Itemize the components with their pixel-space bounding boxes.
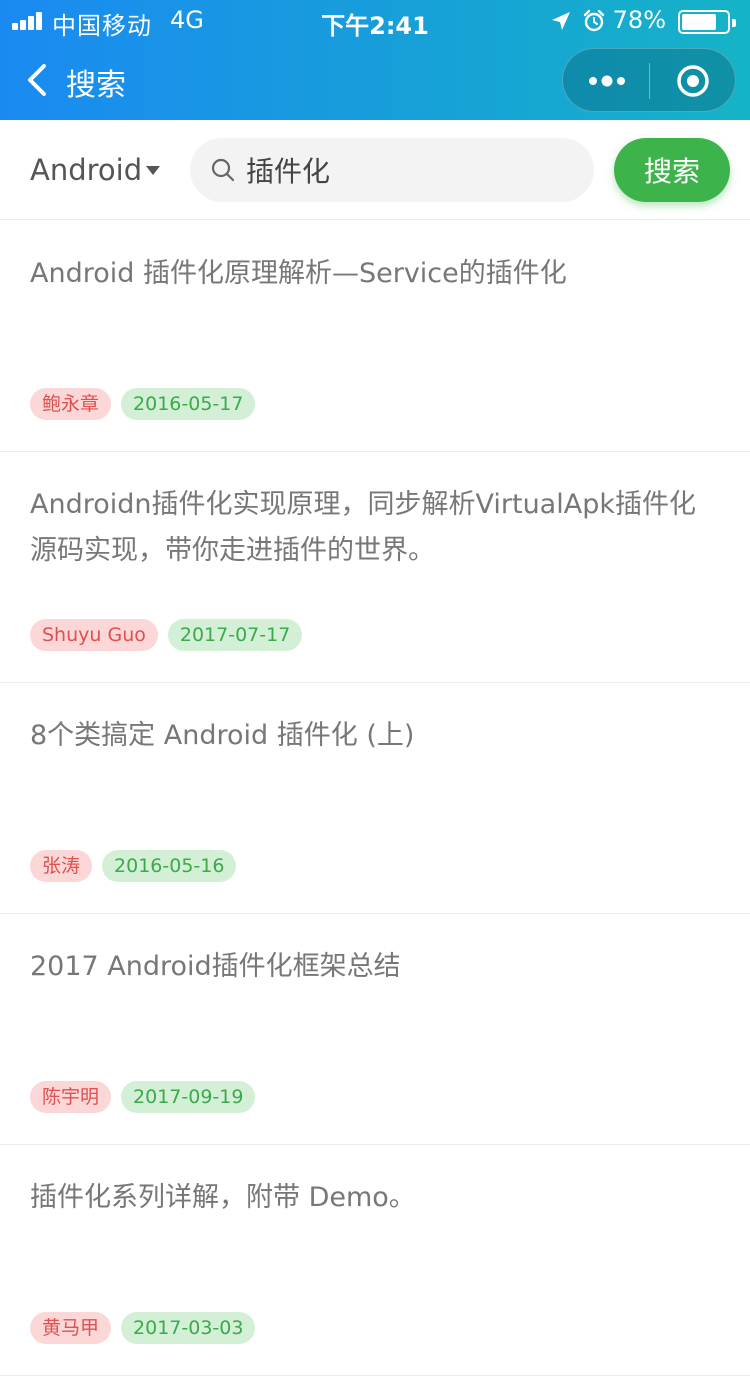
category-label: Android xyxy=(30,153,143,187)
result-tags: Shuyu Guo 2017-07-17 xyxy=(30,619,312,651)
result-item[interactable]: Android 插件化原理解析—Service的插件化 鲍永章 2016-05-17 xyxy=(0,221,750,452)
battery-cap xyxy=(732,19,736,27)
battery-percent: 78% xyxy=(612,6,666,34)
result-title: Androidn插件化实现原理，同步解析VirtualApk插件化源码实现，带你… xyxy=(30,489,696,566)
search-icon xyxy=(211,158,235,182)
author-tag: 黄马甲 xyxy=(30,1312,112,1344)
author-tag: 陈宇明 xyxy=(30,1081,112,1113)
result-title: 2017 Android插件化框架总结 xyxy=(30,951,401,982)
date-tag: 2017-03-03 xyxy=(121,1312,256,1344)
date-tag: 2017-07-17 xyxy=(167,619,303,651)
author-tag: 鲍永章 xyxy=(30,388,112,420)
more-dots-icon[interactable] xyxy=(587,71,627,91)
nav-title: 搜索 xyxy=(66,68,126,103)
result-item[interactable]: Androidn插件化实现原理，同步解析VirtualApk插件化源码实现，带你… xyxy=(0,452,750,683)
mini-program-capsule xyxy=(562,48,736,112)
capsule-divider xyxy=(649,63,650,99)
search-box[interactable] xyxy=(190,138,594,202)
result-title: 插件化系列详解，附带 Demo。 xyxy=(30,1182,416,1213)
author-tag: 张涛 xyxy=(30,850,93,882)
alarm-clock-icon xyxy=(583,9,605,32)
search-bar: Android 搜索 xyxy=(0,120,750,220)
category-select[interactable]: Android xyxy=(30,148,161,192)
status-bar: 中国移动 4G 下午2:41 78% xyxy=(0,0,750,40)
search-input[interactable] xyxy=(246,150,566,190)
battery-fill xyxy=(682,14,716,30)
result-item[interactable]: 插件化系列详解，附带 Demo。 黄马甲 2017-03-03 xyxy=(0,1145,750,1376)
status-right: 78% xyxy=(514,6,736,34)
result-tags: 黄马甲 2017-03-03 xyxy=(30,1312,265,1344)
header: 中国移动 4G 下午2:41 78% 搜索 xyxy=(0,0,750,120)
battery-icon xyxy=(678,10,736,34)
nav-bar: 搜索 xyxy=(0,40,750,120)
search-button[interactable]: 搜索 xyxy=(614,138,730,202)
result-title: 8个类搞定 Android 插件化 (上) xyxy=(30,720,415,751)
result-tags: 张涛 2016-05-16 xyxy=(30,850,246,882)
chevron-left-icon[interactable] xyxy=(24,62,52,98)
date-tag: 2016-05-17 xyxy=(121,388,256,420)
target-circle-icon[interactable] xyxy=(675,63,711,99)
result-item[interactable]: 8个类搞定 Android 插件化 (上) 张涛 2016-05-16 xyxy=(0,683,750,914)
results-list: Android 插件化原理解析—Service的插件化 鲍永章 2016-05-17… xyxy=(0,221,750,1376)
result-tags: 陈宇明 2017-09-19 xyxy=(30,1081,265,1113)
result-tags: 鲍永章 2016-05-17 xyxy=(30,388,265,420)
author-tag: Shuyu Guo xyxy=(30,619,158,651)
result-title: Android 插件化原理解析—Service的插件化 xyxy=(30,258,567,289)
result-item[interactable]: 2017 Android插件化框架总结 陈宇明 2017-09-19 xyxy=(0,914,750,1145)
location-arrow-icon xyxy=(552,12,570,30)
date-tag: 2016-05-16 xyxy=(102,850,237,882)
caret-down-icon xyxy=(146,166,161,175)
date-tag: 2017-09-19 xyxy=(121,1081,256,1113)
